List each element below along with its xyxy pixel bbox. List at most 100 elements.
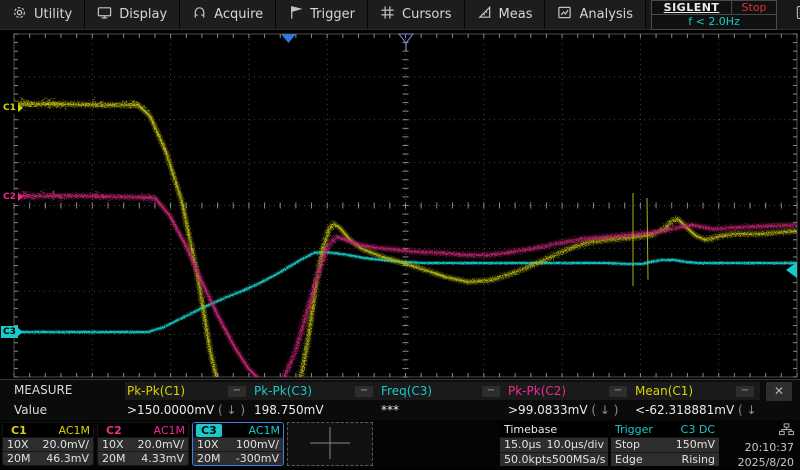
trigger-type: Edge	[615, 453, 643, 466]
channel-marker-label: C2	[1, 191, 18, 203]
stat-value: <-62.318881mV ( ↓	[633, 403, 760, 417]
trigger-panel[interactable]: TriggerC3 DC Stop150mV EdgeRising	[611, 422, 719, 466]
measurement-stat-header[interactable]: Freq(C3) −	[379, 382, 506, 400]
waveform-svg	[0, 30, 800, 379]
menu-item-cursors[interactable]: Cursors	[368, 0, 465, 29]
probe-attenuation: 10X	[7, 438, 29, 451]
channel-offset-marker-c3[interactable]: C3	[1, 325, 23, 338]
bandwidth-limit: 20M	[7, 452, 31, 465]
measurement-stat-header[interactable]: Pk-Pk(C2) −	[506, 382, 633, 400]
bandwidth-limit: 20M	[102, 452, 126, 465]
acquisition-state: Stop	[732, 1, 776, 15]
timebase-delay: 15.0µs	[504, 438, 541, 451]
measurement-value-row: Value >150.0000mV ( ↓ ) 198.750mV *** >9…	[0, 400, 800, 420]
sample-rate: 500MSa/s	[552, 453, 606, 466]
flag-icon	[288, 5, 303, 24]
measure-title: MEASURE	[0, 383, 125, 397]
bandwidth-limit: 20M	[197, 452, 221, 465]
acquisition-status-box: SIGLENT Stop f < 2.0Hz	[651, 0, 777, 30]
menu-item-label: Cursors	[402, 7, 452, 22]
channel-coupling: AC1M	[58, 424, 90, 437]
menu-item-label: Utility	[34, 7, 72, 22]
measurement-stat-header[interactable]: Mean(C1) −	[633, 382, 760, 400]
menu-item-label: Analysis	[579, 7, 633, 22]
trigger-menu-button[interactable]: TRIGGER	[782, 0, 800, 29]
remove-measurement-button[interactable]: −	[228, 386, 246, 397]
measurement-stat-header[interactable]: Pk-Pk(C1) −	[125, 382, 252, 400]
stat-name[interactable]: Pk-Pk(C2)	[508, 384, 566, 398]
stat-value: ***	[379, 403, 506, 417]
timebase-scale: 10.0µs/div	[547, 438, 604, 451]
remove-measurement-button[interactable]: −	[482, 386, 500, 397]
right-arrow-icon	[18, 104, 23, 112]
trigger-level: 150mV	[676, 438, 715, 451]
stat-value: >99.0833mV ( ↓ )	[506, 403, 633, 417]
stat-name[interactable]: Pk-Pk(C1)	[127, 384, 185, 398]
network-icon	[779, 422, 794, 440]
channel-coupling: AC1M	[153, 424, 185, 437]
trigger-status: Stop	[615, 438, 640, 451]
menu-item-label: Meas	[499, 7, 533, 22]
channel-badge: C1	[6, 424, 32, 437]
channel-box-c3[interactable]: C3 AC1M 10X100mV/ 20M-300mV	[192, 422, 284, 466]
cursors-icon	[380, 5, 395, 24]
vertical-offset: -300mV	[236, 452, 279, 465]
measurement-bar: MEASURE Pk-Pk(C1) − Pk-Pk(C3) − Freq(C3)…	[0, 379, 800, 420]
analysis-icon	[557, 5, 572, 24]
vertical-scale: 100mV/	[236, 438, 279, 451]
plus-icon	[307, 426, 353, 463]
clock-date: 2025/8/20	[738, 455, 794, 470]
timebase-panel[interactable]: Timebase 15.0µs10.0µs/div 50.0kpts500MSa…	[500, 422, 608, 466]
right-arrow-icon	[18, 328, 23, 336]
list-icon	[796, 5, 800, 24]
waveform-display-area[interactable]: C1 C2 C3	[0, 30, 800, 379]
menu-item-acquire[interactable]: Acquire	[180, 0, 276, 29]
menu-item-meas[interactable]: Meas	[465, 0, 546, 29]
menu-item-analysis[interactable]: Analysis	[545, 0, 646, 29]
stat-value: >150.0000mV ( ↓ )	[125, 403, 252, 417]
menu-item-utility[interactable]: Utility	[0, 0, 85, 29]
channel-marker-label: C3	[1, 326, 18, 338]
close-measure-bar-button[interactable]: ✕	[766, 382, 792, 401]
remove-measurement-button[interactable]: −	[736, 386, 754, 397]
vertical-offset: 4.33mV	[141, 452, 184, 465]
measurement-stat-header[interactable]: Pk-Pk(C3) −	[252, 382, 379, 400]
probe-attenuation: 10X	[102, 438, 124, 451]
menu-item-trigger[interactable]: Trigger	[276, 0, 368, 29]
add-channel-placeholder[interactable]	[287, 422, 373, 466]
gear-icon	[12, 5, 27, 24]
menu-item-label: Acquire	[214, 7, 263, 22]
menu-item-display[interactable]: Display	[85, 0, 180, 29]
channel-offset-marker-c1[interactable]: C1	[1, 101, 23, 114]
trigger-source-coupling: C3 DC	[681, 423, 715, 436]
channel-badge: C2	[101, 424, 127, 437]
clock-panel: 20:10:37 2025/8/20	[722, 422, 800, 468]
stat-name[interactable]: Mean(C1)	[635, 384, 693, 398]
menu-item-label: Display	[119, 7, 167, 22]
stat-name[interactable]: Pk-Pk(C3)	[254, 384, 312, 398]
bottom-status-bar: C1 AC1M 10X 20.0mV/ 20M 46.3mV C2 AC1M 10X…	[0, 420, 800, 469]
display-icon	[97, 5, 112, 24]
trigger-slope: Rising	[682, 453, 715, 466]
vertical-scale: 20.0mV/	[138, 438, 184, 451]
menu-bar: Utility Display Acquire Trigger Cursors …	[0, 0, 800, 30]
remove-measurement-button[interactable]: −	[609, 386, 627, 397]
menu-item-label: Trigger	[310, 7, 355, 22]
channel-badge: C3	[196, 424, 222, 437]
right-arrow-icon	[18, 193, 23, 201]
stat-name[interactable]: Freq(C3)	[381, 384, 432, 398]
oscilloscope-screen: { "menu": { "items": [ {"label":"Utility…	[0, 0, 800, 469]
channel-box-c2[interactable]: C2 AC1M 10X 20.0mV/ 20M 4.33mV	[97, 422, 189, 466]
clock-time: 20:10:37	[745, 440, 794, 455]
remove-measurement-button[interactable]: −	[355, 386, 373, 397]
channel-box-c1[interactable]: C1 AC1M 10X 20.0mV/ 20M 46.3mV	[2, 422, 94, 466]
vertical-offset: 46.3mV	[46, 452, 89, 465]
channel-offset-marker-c2[interactable]: C2	[1, 190, 23, 203]
channel-marker-label: C1	[1, 102, 18, 114]
value-row-label: Value	[0, 403, 125, 417]
vertical-scale: 20.0mV/	[43, 438, 89, 451]
brand-logo: SIGLENT	[652, 1, 732, 15]
measurement-header-row: MEASURE Pk-Pk(C1) − Pk-Pk(C3) − Freq(C3)…	[0, 380, 800, 400]
memory-depth: 50.0kpts	[504, 453, 552, 466]
probe-attenuation: 10X	[197, 438, 219, 451]
